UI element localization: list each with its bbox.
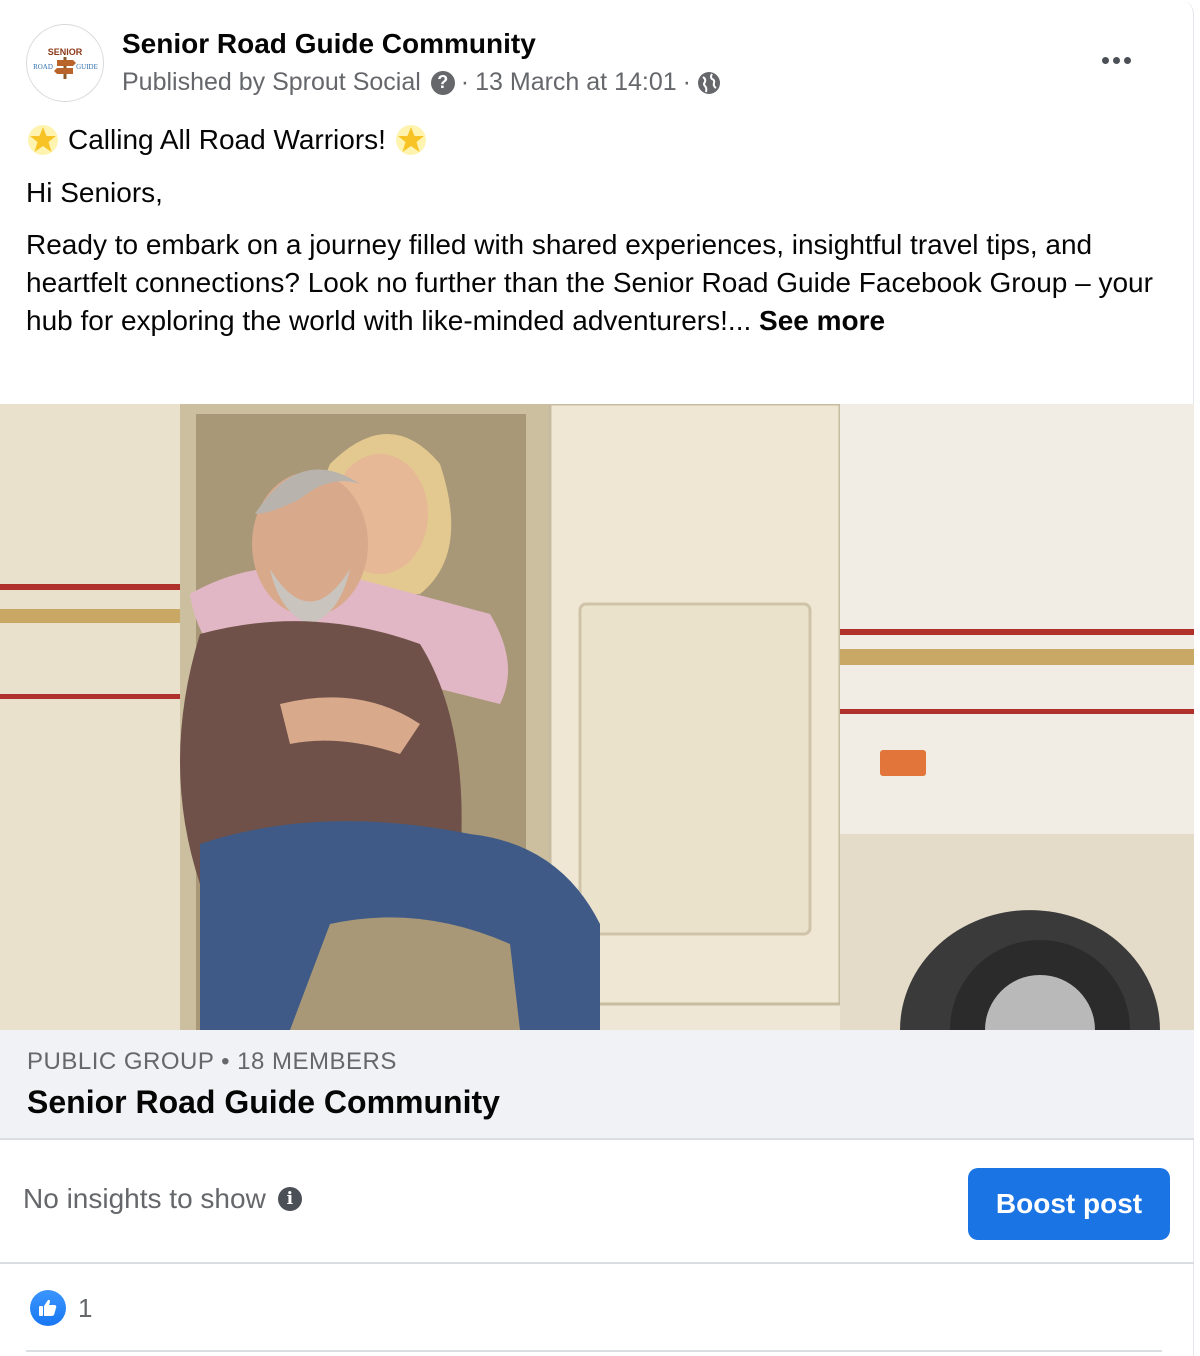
post-body-text: Ready to embark on a journey filled with… [26,229,1153,336]
group-name[interactable]: Senior Road Guide Community [27,1084,500,1121]
page-avatar[interactable]: SENIOR ROAD GUIDE [26,24,104,102]
svg-text:ROAD: ROAD [33,63,53,71]
meta-separator: · [682,68,691,96]
boost-post-button[interactable]: Boost post [968,1168,1170,1240]
senior-road-guide-logo: SENIOR ROAD GUIDE [33,47,98,79]
group-meta: PUBLIC GROUP • 18 MEMBERS [27,1048,397,1075]
group-link-preview[interactable]: PUBLIC GROUP • 18 MEMBERS Senior Road Gu… [0,1030,1194,1140]
published-by[interactable]: Published by Sprout Social [122,68,421,97]
divider [26,1350,1162,1352]
thumbs-up-icon [39,1299,57,1316]
glowing-star-icon [395,125,426,155]
info-icon[interactable]: i [277,1187,302,1211]
like-count: 1 [78,1292,93,1323]
more-options-button[interactable] [1092,44,1140,76]
no-insights-label: No insights to show [23,1183,266,1214]
post-title: Calling All Road Warriors! [68,124,386,155]
meta-separator: · [460,68,470,96]
reactions-summary[interactable]: 1 [30,1290,92,1326]
more-dot [1112,56,1120,64]
post-text: Calling All Road Warriors! Hi Seniors, R… [26,118,1166,340]
like-icon [30,1290,66,1326]
post-meta: Published by Sprout Social ? · 13 March … [122,68,721,97]
no-insights: No insights to show i [23,1183,302,1215]
post-card: SENIOR ROAD GUIDE Senior Road Guide Comm… [0,0,1194,1356]
post-greeting: Hi Seniors, [26,177,163,208]
post-photo[interactable] [0,404,1194,1030]
couple-at-caravan-photo [0,404,1194,1030]
see-more-link[interactable]: See more [759,305,885,336]
globe-icon[interactable] [697,71,721,95]
post-title-line: Calling All Road Warriors! [26,118,1166,162]
more-dot [1123,56,1131,64]
post-timestamp[interactable]: 13 March at 14:01 [475,68,677,97]
post-body: Ready to embark on a journey filled with… [26,226,1166,340]
svg-text:SENIOR: SENIOR [48,47,83,57]
page-name[interactable]: Senior Road Guide Community [122,28,536,60]
glowing-star-icon [28,125,58,155]
more-dot [1101,56,1109,64]
svg-text:GUIDE: GUIDE [76,63,98,71]
post-header: SENIOR ROAD GUIDE Senior Road Guide Comm… [26,24,1166,104]
insights-bar: No insights to show i Boost post [0,1142,1194,1264]
help-icon[interactable]: ? [430,70,455,95]
